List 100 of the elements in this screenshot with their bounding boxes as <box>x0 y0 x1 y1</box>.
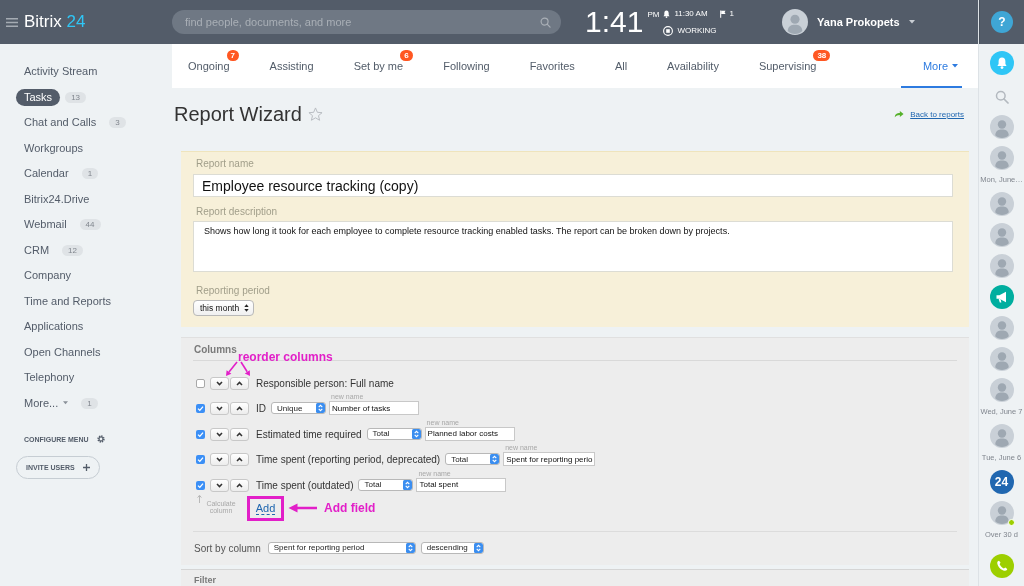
add-link[interactable]: Add <box>255 501 276 515</box>
item-counter: 3 <box>109 117 126 129</box>
column-name: Responsible person: Full name <box>256 376 394 390</box>
column-checkbox[interactable] <box>196 480 205 490</box>
move-down-button[interactable] <box>210 478 229 492</box>
item-counter: 44 <box>79 219 101 231</box>
aggregate-dropdown[interactable]: Total <box>366 427 422 440</box>
aggregate-dropdown[interactable]: Total <box>358 478 414 491</box>
sidebar-item[interactable]: Open Channels <box>16 343 109 361</box>
app-button[interactable]: 24 <box>989 470 1014 494</box>
sort-label: Sort by column <box>194 542 261 554</box>
contact-avatar[interactable] <box>989 424 1014 448</box>
megaphone-icon[interactable] <box>989 285 1014 309</box>
move-up-button[interactable] <box>230 427 249 441</box>
report-name-field[interactable]: Employee resource tracking (copy) <box>193 174 953 197</box>
column-name: Time spent (outdated) <box>256 478 354 492</box>
move-down-button[interactable] <box>210 376 229 390</box>
user-name[interactable]: Yana Prokopets <box>817 16 900 28</box>
move-down-button[interactable] <box>210 453 229 466</box>
column-name: Time spent (reporting period, deprecated) <box>256 453 441 466</box>
chevron-down-icon <box>216 431 223 437</box>
contact-avatar[interactable] <box>989 378 1014 402</box>
tab[interactable]: Ongoing 7 <box>172 44 250 88</box>
tab[interactable]: Assisting <box>249 44 334 88</box>
flag-icon <box>719 9 726 18</box>
chevron-down-icon <box>216 457 223 462</box>
column-checkbox[interactable] <box>196 429 205 439</box>
updown-arrows-icon <box>244 304 250 312</box>
report-description-field[interactable]: Shows how long it took for each employee to complete resource tracking enabled tasks. The report can be broken down by projects. <box>193 221 953 272</box>
contact-avatar[interactable] <box>989 316 1014 340</box>
sidebar-item[interactable]: Telephony <box>16 369 83 387</box>
caret-icon <box>63 401 69 406</box>
period-dropdown[interactable]: this month <box>193 300 255 316</box>
sidebar-item[interactable]: Workgroups <box>16 139 92 157</box>
move-up-button[interactable] <box>230 453 249 466</box>
tab[interactable]: All <box>594 44 648 88</box>
updown-arrows-icon <box>411 428 421 439</box>
aggregate-dropdown[interactable]: Unique <box>271 402 326 414</box>
new-name-field[interactable]: Total spent <box>416 477 507 492</box>
tab[interactable]: Availability <box>647 44 739 88</box>
contact-avatar[interactable] <box>989 115 1014 139</box>
move-up-button[interactable] <box>230 376 249 390</box>
contact-avatar[interactable] <box>989 223 1014 247</box>
sort-order-dropdown[interactable]: descending <box>420 541 484 554</box>
new-name-field[interactable]: Planned labor costs <box>424 426 515 441</box>
chevron-up-icon <box>236 482 243 488</box>
updown-arrows-icon <box>403 479 413 490</box>
search-field[interactable]: find people, documents, and more <box>172 10 561 34</box>
updown-arrows-icon <box>316 403 325 413</box>
field-label: Reporting period <box>196 285 271 297</box>
contact-avatar[interactable] <box>989 254 1014 278</box>
item-counter: 13 <box>65 91 87 103</box>
tab[interactable]: More <box>900 44 962 88</box>
tab[interactable]: Favorites <box>509 44 595 88</box>
column-checkbox[interactable] <box>196 378 205 388</box>
new-name-field[interactable]: Number of tasks <box>329 401 419 415</box>
new-name-field[interactable]: Spent for reporting perio <box>503 452 596 466</box>
sidebar-item[interactable]: Chat and Calls <box>16 114 105 132</box>
sidebar-item[interactable]: Webmail <box>16 216 75 234</box>
section-title: Filter <box>193 574 217 586</box>
star-icon[interactable] <box>307 107 323 121</box>
contact-avatar[interactable] <box>989 146 1014 170</box>
contact-avatar[interactable] <box>989 501 1014 525</box>
tab[interactable]: Following <box>423 44 510 88</box>
sidebar-item[interactable]: Bitrix24.Drive <box>16 190 98 208</box>
chevron-up-icon <box>236 406 243 411</box>
menu-icon[interactable] <box>6 17 18 27</box>
tab[interactable]: Set by me 6 <box>333 44 424 88</box>
sidebar-item[interactable]: Company <box>16 267 80 285</box>
tab-counter: 6 <box>400 50 413 61</box>
aggregate-dropdown[interactable]: Total <box>445 453 501 465</box>
sidebar-item[interactable]: More... <box>16 394 77 412</box>
annotation-arrow <box>288 502 318 513</box>
curved-arrow-icon <box>894 110 905 118</box>
sidebar-item[interactable]: Activity Stream <box>16 63 106 81</box>
sidebar-item[interactable]: Applications <box>16 318 92 336</box>
alarm-time[interactable]: 11:30 AM <box>674 8 708 19</box>
notification-bell-icon[interactable] <box>989 51 1014 75</box>
move-up-button[interactable] <box>230 478 249 492</box>
tab[interactable]: Supervising 38 <box>738 44 837 88</box>
search-icon[interactable] <box>994 90 1009 104</box>
move-down-button[interactable] <box>210 427 229 441</box>
tab-counter: 38 <box>813 50 831 61</box>
sort-column-dropdown[interactable]: Spent for reporting period <box>267 541 416 554</box>
tab-counter: 7 <box>226 50 240 61</box>
flag-count[interactable]: 1 <box>729 8 735 19</box>
contact-avatar[interactable] <box>989 192 1014 216</box>
user-avatar[interactable] <box>782 9 809 35</box>
move-down-button[interactable] <box>210 402 229 415</box>
phone-icon[interactable] <box>989 554 1014 578</box>
logo[interactable]: Bitrix 24 <box>24 12 86 32</box>
search-icon[interactable] <box>540 16 551 28</box>
contact-avatar[interactable] <box>989 347 1014 371</box>
stop-circle-icon[interactable] <box>663 25 674 36</box>
sidebar-item[interactable]: Tasks <box>16 88 61 106</box>
sidebar-item[interactable]: CRM <box>16 241 58 259</box>
sidebar-item[interactable]: Time and Reports <box>16 292 120 310</box>
sidebar-item[interactable]: Calendar <box>16 165 77 183</box>
move-up-button[interactable] <box>230 402 249 415</box>
back-link[interactable]: Back to reports <box>894 109 964 119</box>
